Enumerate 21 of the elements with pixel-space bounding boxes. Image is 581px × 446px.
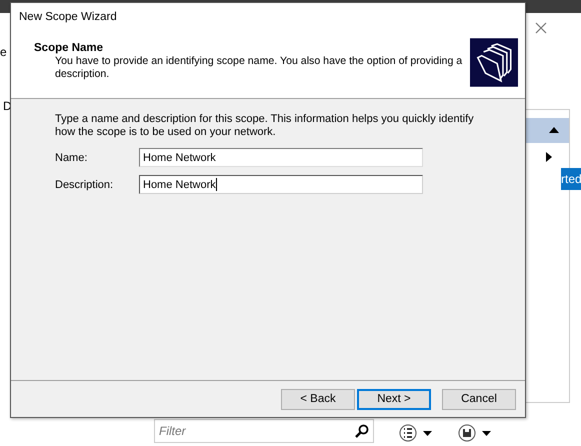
close-icon[interactable] xyxy=(535,22,547,34)
instructions-text: Type a name and description for this scope. This information helps you quickly identify how the scope is to be used on your network. xyxy=(55,113,475,139)
page-description: You have to provide an identifying scope name. You also have the option of providing a description. xyxy=(54,55,464,81)
page-heading: Scope Name xyxy=(34,42,104,54)
save-icon[interactable] xyxy=(458,423,492,443)
wizard-button[interactable]: Cancel xyxy=(442,388,516,410)
wizard-button[interactable]: < Back xyxy=(281,388,355,410)
wizard-button[interactable]: Next > xyxy=(357,388,431,410)
search-icon[interactable] xyxy=(355,424,369,438)
field-label: Name: xyxy=(55,152,88,164)
text-field[interactable]: Home Network xyxy=(139,148,423,167)
up-arrow-icon[interactable] xyxy=(549,127,559,133)
filter-field[interactable]: Filter xyxy=(154,419,374,443)
list-view-icon[interactable] xyxy=(399,423,433,443)
folders-icon xyxy=(470,38,518,87)
field-label: Description: xyxy=(55,178,114,190)
label-text: e xyxy=(0,45,7,59)
expand-arrow-icon[interactable] xyxy=(546,152,552,162)
window-title: New Scope Wizard xyxy=(19,11,117,23)
selected-item[interactable]: rted xyxy=(561,168,581,190)
text-field[interactable]: Home Network xyxy=(139,175,423,194)
